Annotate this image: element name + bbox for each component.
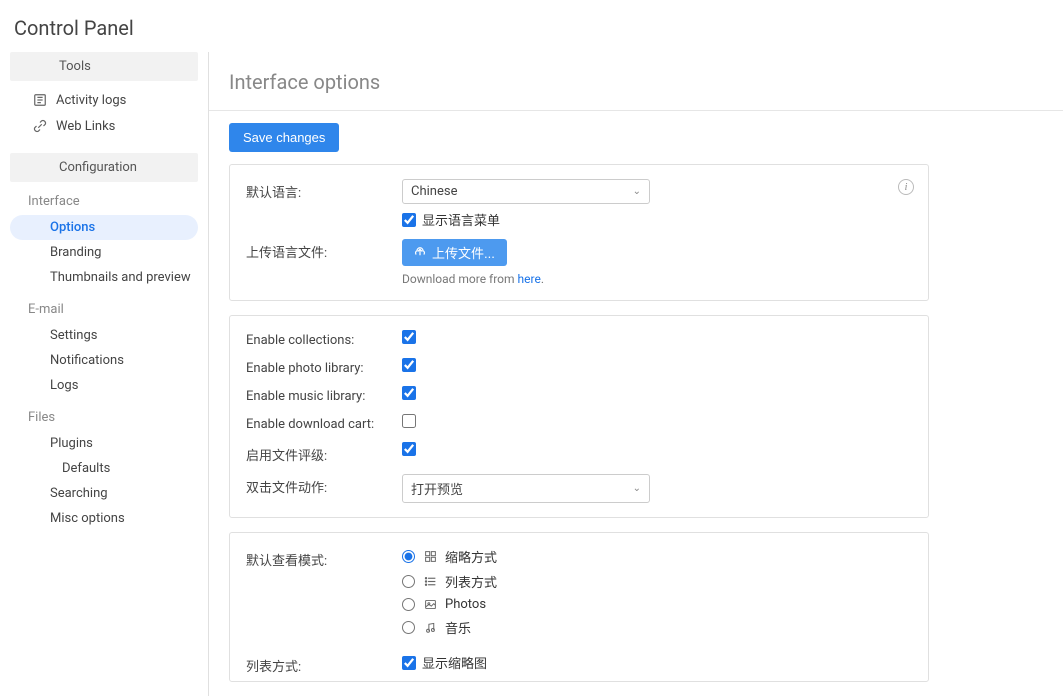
grid-icon (423, 550, 437, 564)
main-content: Interface options Save changes i 默认语言: C… (208, 52, 1063, 696)
dblclick-label: 双击文件动作: (246, 474, 402, 496)
enable-collections-checkbox[interactable] (402, 330, 416, 344)
card-language: i 默认语言: Chinese ⌄ 显示语言菜单 上传语言文件: (229, 164, 929, 301)
nav-activity-logs[interactable]: Activity logs (10, 87, 198, 113)
dblclick-select[interactable]: 打开预览 ⌄ (402, 474, 650, 503)
list-icon (423, 575, 437, 589)
upload-icon (414, 247, 426, 259)
nav-thumbnails[interactable]: Thumbnails and preview (10, 265, 198, 290)
link-icon (32, 118, 48, 134)
config-header: Configuration (10, 153, 198, 182)
nav-defaults[interactable]: Defaults (10, 456, 198, 481)
enable-music-label: Enable music library: (246, 386, 402, 404)
nav-notifications[interactable]: Notifications (10, 348, 198, 373)
enable-photo-checkbox[interactable] (402, 358, 416, 372)
upload-btn-label: 上传文件... (432, 243, 495, 262)
download-hint: Download more from here. (402, 272, 912, 286)
show-lang-menu-checkbox[interactable] (402, 213, 416, 227)
card-features: Enable collections: Enable photo library… (229, 315, 929, 518)
page-title: Control Panel (0, 0, 1063, 52)
view-thumb-radio[interactable] (402, 550, 415, 563)
upload-lang-label: 上传语言文件: (246, 239, 402, 261)
default-lang-select[interactable]: Chinese ⌄ (402, 179, 650, 204)
nav-misc[interactable]: Misc options (10, 506, 198, 531)
nav-group-interface: Interface (0, 188, 208, 215)
enable-cart-checkbox[interactable] (402, 414, 416, 428)
nav-plugins[interactable]: Plugins (10, 431, 198, 456)
nav-settings[interactable]: Settings (10, 323, 198, 348)
view-music-radio[interactable] (402, 621, 415, 634)
nav-web-links[interactable]: Web Links (10, 113, 198, 139)
view-list-label: 列表方式 (445, 572, 497, 591)
default-lang-label: 默认语言: (246, 179, 402, 201)
show-thumb-label: 显示缩略图 (422, 653, 487, 672)
enable-rating-checkbox[interactable] (402, 442, 416, 456)
nav-group-email: E-mail (0, 296, 208, 323)
upload-file-button[interactable]: 上传文件... (402, 239, 507, 266)
chevron-down-icon: ⌄ (633, 186, 641, 197)
nav-group-files: Files (0, 404, 208, 431)
save-button[interactable]: Save changes (229, 123, 339, 152)
select-value: 打开预览 (411, 479, 463, 498)
nav-label: Web Links (56, 119, 115, 134)
info-icon[interactable]: i (898, 179, 914, 195)
download-link[interactable]: here (518, 272, 541, 286)
photo-icon (423, 598, 437, 612)
list-mode-label: 列表方式: (246, 653, 402, 675)
view-list-radio[interactable] (402, 575, 415, 588)
enable-music-checkbox[interactable] (402, 386, 416, 400)
chevron-down-icon: ⌄ (633, 483, 641, 494)
nav-label: Activity logs (56, 93, 126, 108)
tools-header: Tools (10, 52, 198, 81)
nav-logs[interactable]: Logs (10, 373, 198, 398)
enable-collections-label: Enable collections: (246, 330, 402, 348)
view-mode-label: 默认查看模式: (246, 547, 402, 569)
nav-branding[interactable]: Branding (10, 240, 198, 265)
enable-photo-label: Enable photo library: (246, 358, 402, 376)
view-photos-radio[interactable] (402, 598, 415, 611)
show-lang-menu-label: 显示语言菜单 (422, 210, 500, 229)
music-icon (423, 621, 437, 635)
view-music-label: 音乐 (445, 618, 471, 637)
nav-searching[interactable]: Searching (10, 481, 198, 506)
activity-icon (32, 92, 48, 108)
select-value: Chinese (411, 184, 457, 199)
sidebar: Tools Activity logs Web Links Configurat… (0, 52, 208, 696)
view-photos-label: Photos (445, 597, 486, 612)
card-view-mode: 默认查看模式: 缩略方式 列表方式 (229, 532, 929, 682)
show-thumb-checkbox[interactable] (402, 656, 416, 670)
enable-cart-label: Enable download cart: (246, 414, 402, 432)
main-title: Interface options (209, 52, 1063, 111)
nav-options[interactable]: Options (10, 215, 198, 240)
view-thumb-label: 缩略方式 (445, 547, 497, 566)
enable-rating-label: 启用文件评级: (246, 442, 402, 464)
